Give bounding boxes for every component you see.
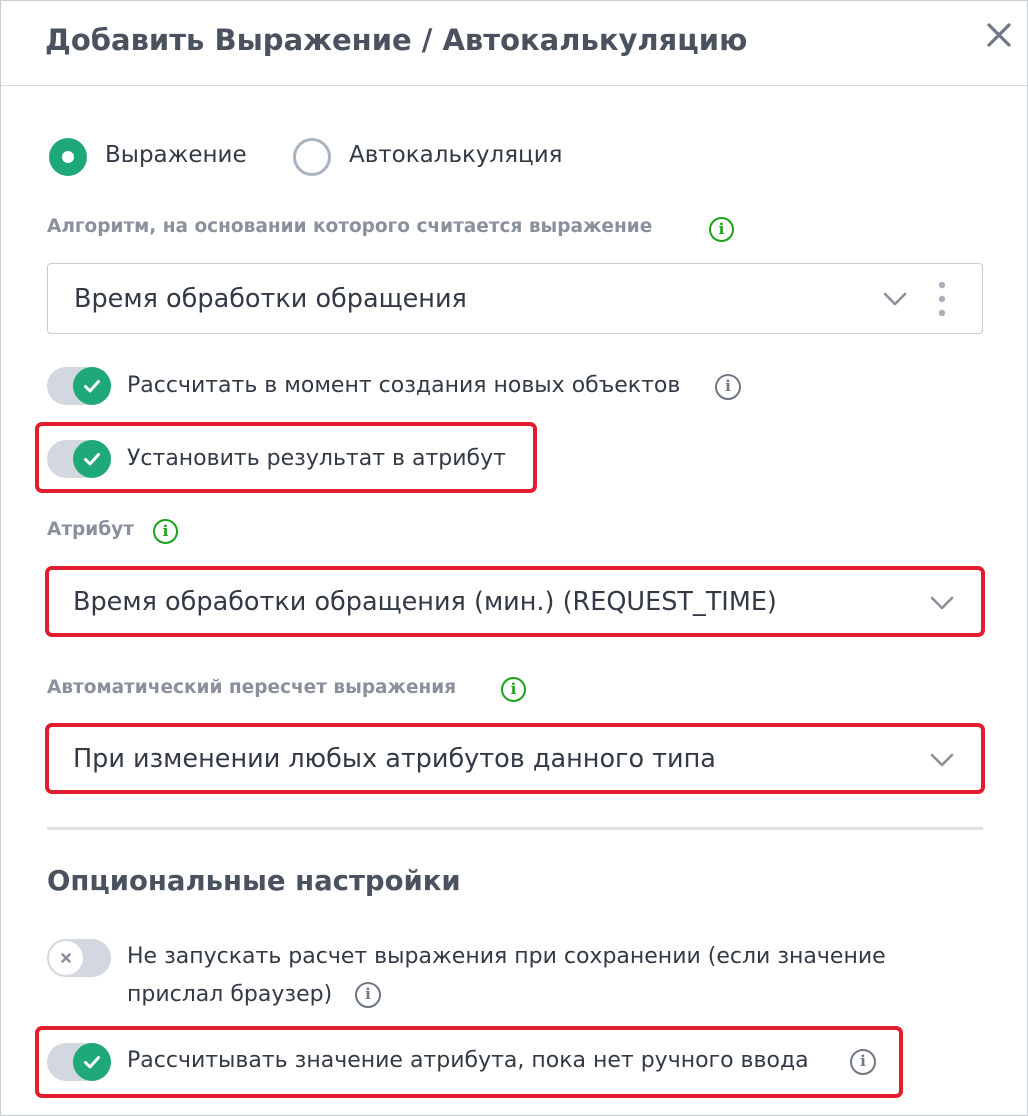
attribute-label: Атрибут <box>47 519 134 540</box>
skip-on-save-label-line2: прислал браузер) <box>127 982 333 1007</box>
info-icon[interactable] <box>715 374 741 400</box>
toggle-knob <box>73 367 111 405</box>
close-icon[interactable] <box>981 17 1017 53</box>
info-icon[interactable] <box>153 519 178 544</box>
recalc-label: Автоматический пересчет выражения <box>47 677 457 698</box>
set-result-toggle[interactable] <box>47 440 111 478</box>
check-icon <box>84 1056 100 1069</box>
set-result-label: Установить результат в атрибут <box>127 446 506 471</box>
info-icon[interactable] <box>355 982 381 1008</box>
dialog-header: Добавить Выражение / Автокалькуляцию <box>1 1 1027 86</box>
algorithm-label: Алгоритм, на основании которого считаетс… <box>47 216 653 237</box>
check-icon <box>84 380 100 393</box>
attribute-select[interactable]: Время обработки обращения (мин.) (REQUES… <box>47 568 983 636</box>
radio-expression-label: Выражение <box>105 142 247 168</box>
calc-on-create-toggle[interactable] <box>47 367 111 405</box>
recalc-value: При изменении любых атрибутов данного ти… <box>73 744 716 774</box>
skip-on-save-toggle[interactable] <box>47 939 111 977</box>
radio-autocalc[interactable] <box>293 138 331 176</box>
info-icon[interactable] <box>501 677 526 702</box>
recalc-select[interactable]: При изменении любых атрибутов данного ти… <box>47 725 983 793</box>
optional-settings-title: Опциональные настройки <box>47 865 461 897</box>
algorithm-value: Время обработки обращения <box>74 284 467 314</box>
attribute-value: Время обработки обращения (мин.) (REQUES… <box>73 587 777 617</box>
radio-expression[interactable] <box>49 138 87 176</box>
more-options-icon[interactable] <box>938 281 946 317</box>
algorithm-select[interactable]: Время обработки обращения <box>47 263 983 334</box>
calc-until-manual-toggle[interactable] <box>47 1043 111 1081</box>
calc-on-create-label: Рассчитать в момент создания новых объек… <box>127 373 681 398</box>
calc-until-manual-label: Рассчитывать значение атрибута, пока нет… <box>127 1048 809 1073</box>
check-icon <box>84 453 100 466</box>
chevron-down-icon[interactable] <box>930 753 954 767</box>
skip-on-save-label-line1: Не запускать расчет выражения при сохран… <box>127 944 886 969</box>
divider <box>47 827 983 830</box>
chevron-down-icon[interactable] <box>883 292 907 306</box>
x-icon <box>61 953 71 963</box>
info-icon[interactable] <box>850 1049 876 1075</box>
toggle-knob <box>73 440 111 478</box>
chevron-down-icon[interactable] <box>930 596 954 610</box>
toggle-knob <box>73 1043 111 1081</box>
info-icon[interactable] <box>709 217 734 242</box>
radio-autocalc-label: Автокалькуляция <box>349 142 563 168</box>
toggle-knob <box>47 939 85 977</box>
dialog: Добавить Выражение / Автокалькуляцию Выр… <box>0 0 1028 1116</box>
dialog-title: Добавить Выражение / Автокалькуляцию <box>45 23 748 57</box>
